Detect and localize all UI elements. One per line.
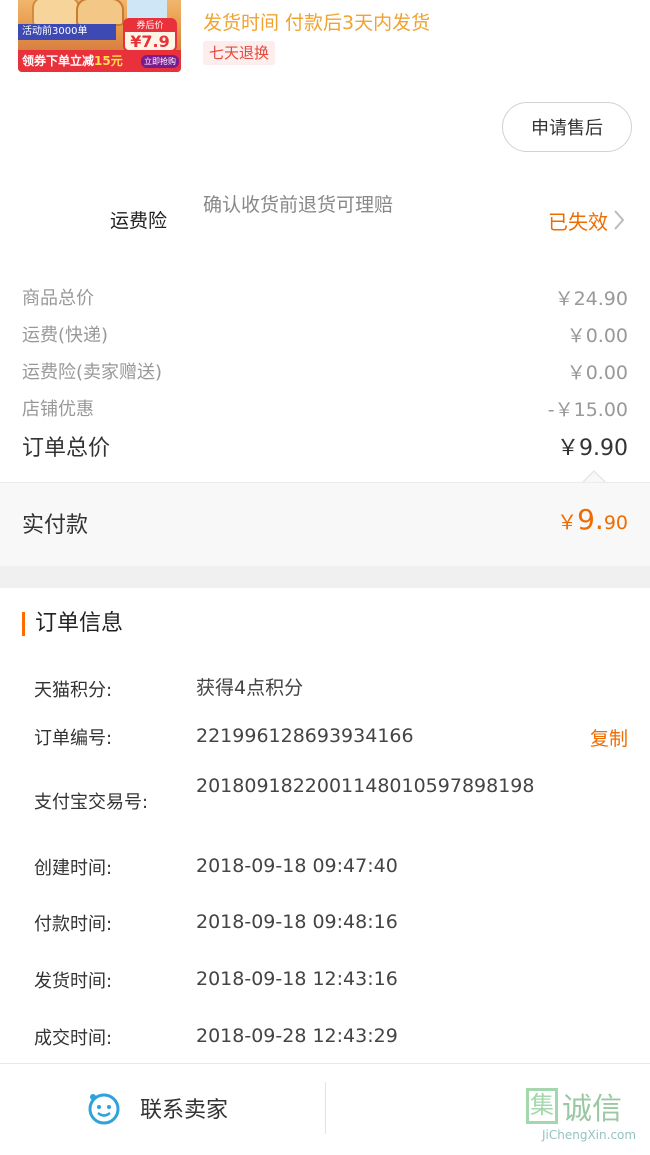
summary-row: 商品总价 ￥24.90	[0, 284, 650, 316]
info-value: 2018-09-28 12:43:29	[196, 1025, 398, 1047]
summary-row: 运费险(卖家赠送) ￥0.00	[0, 358, 650, 390]
ship-time-text: 发货时间 付款后3天内发货	[203, 12, 431, 34]
order-info-title: 订单信息	[22, 612, 123, 636]
order-total-label: 订单总价	[22, 436, 111, 461]
summary-value: ￥0.00	[566, 362, 628, 384]
info-label: 支付宝交易号:	[34, 792, 149, 813]
product-card: 活动前3000单 券后价 ¥7.9 领券下单立减15元 立即抢购 发货时间 付款…	[0, 0, 650, 90]
coupon-price-label: 券后价	[125, 20, 175, 32]
freight-insurance-row[interactable]: 运费险 确认收货前退货可理赔 已失效	[0, 180, 650, 260]
summary-value: ￥24.90	[554, 288, 628, 310]
activity-banner: 活动前3000单	[18, 24, 116, 40]
summary-value: ￥0.00	[566, 325, 628, 347]
watermark-logo: 集	[526, 1088, 558, 1124]
summary-label: 运费险(卖家赠送)	[22, 362, 163, 383]
watermark-url: JiChengXin.com	[542, 1128, 637, 1142]
info-label: 成交时间:	[34, 1028, 113, 1049]
order-number-value: 221996128693934166	[196, 725, 414, 747]
info-label: 创建时间:	[34, 858, 113, 879]
actual-payment-value: ￥9.90	[557, 503, 628, 536]
bottom-action-bar: 联系卖家 集 诚信 JiChengXin.com	[0, 1063, 650, 1155]
info-label: 发货时间:	[34, 971, 113, 992]
bar-divider	[325, 1082, 326, 1134]
info-label: 天猫积分:	[34, 680, 113, 701]
actual-payment-label: 实付款	[22, 513, 89, 538]
info-value: 获得4点积分	[196, 677, 304, 699]
summary-label: 商品总价	[22, 288, 94, 309]
freight-insurance-description: 确认收货前退货可理赔	[203, 194, 394, 216]
order-total-row: 订单总价 ￥9.90	[0, 430, 650, 462]
summary-row: 店铺优惠 -￥15.00	[0, 395, 650, 427]
freight-insurance-label: 运费险	[110, 210, 168, 232]
amount-integer: 9.	[577, 503, 604, 536]
return-policy-badge: 七天退换	[203, 41, 276, 65]
contact-seller-label: 联系卖家	[140, 1098, 229, 1123]
actual-payment-row: 实付款 ￥9.90	[0, 482, 650, 566]
order-total-value: ￥9.90	[557, 436, 628, 461]
bread-slice-graphic	[32, 0, 80, 26]
info-label: 订单编号:	[34, 728, 113, 749]
amount-decimal: 90	[603, 512, 628, 534]
summary-label: 店铺优惠	[22, 399, 94, 420]
coupon-text: 领券下单立减	[22, 54, 95, 68]
info-value: 2018-09-18 12:43:16	[196, 968, 398, 990]
watermark-text: 诚信	[562, 1092, 622, 1127]
summary-value: -￥15.00	[547, 399, 628, 421]
freight-insurance-status: 已失效	[548, 210, 608, 234]
after-sale-button[interactable]: 申请售后	[502, 102, 632, 152]
product-thumbnail[interactable]: 活动前3000单 券后价 ¥7.9 领券下单立减15元 立即抢购	[18, 0, 181, 72]
summary-label: 运费(快递)	[22, 325, 109, 346]
bread-slice-graphic	[76, 0, 124, 26]
pointer-notch-fill	[584, 472, 604, 482]
alipay-transaction-value: 2018091822001148010597898198	[196, 775, 535, 797]
chevron-right-icon	[614, 210, 625, 230]
currency-symbol: ￥	[557, 510, 578, 534]
coupon-price-value: ¥7.9	[130, 32, 170, 51]
buy-now-tag: 立即抢购	[141, 55, 179, 68]
coupon-price-tag: 券后价 ¥7.9	[123, 18, 177, 52]
info-label: 付款时间:	[34, 914, 113, 935]
contact-seller-button[interactable]: 联系卖家	[86, 1090, 228, 1126]
section-divider	[0, 566, 650, 588]
copy-order-number-button[interactable]: 复制	[590, 724, 628, 751]
customer-service-icon	[88, 1093, 120, 1125]
coupon-amount: 15元	[94, 54, 123, 68]
info-value: 2018-09-18 09:47:40	[196, 855, 398, 877]
site-watermark: 集 诚信 JiChengXin.com	[526, 1082, 644, 1150]
summary-row: 运费(快递) ￥0.00	[0, 321, 650, 353]
info-value: 2018-09-18 09:48:16	[196, 911, 398, 933]
